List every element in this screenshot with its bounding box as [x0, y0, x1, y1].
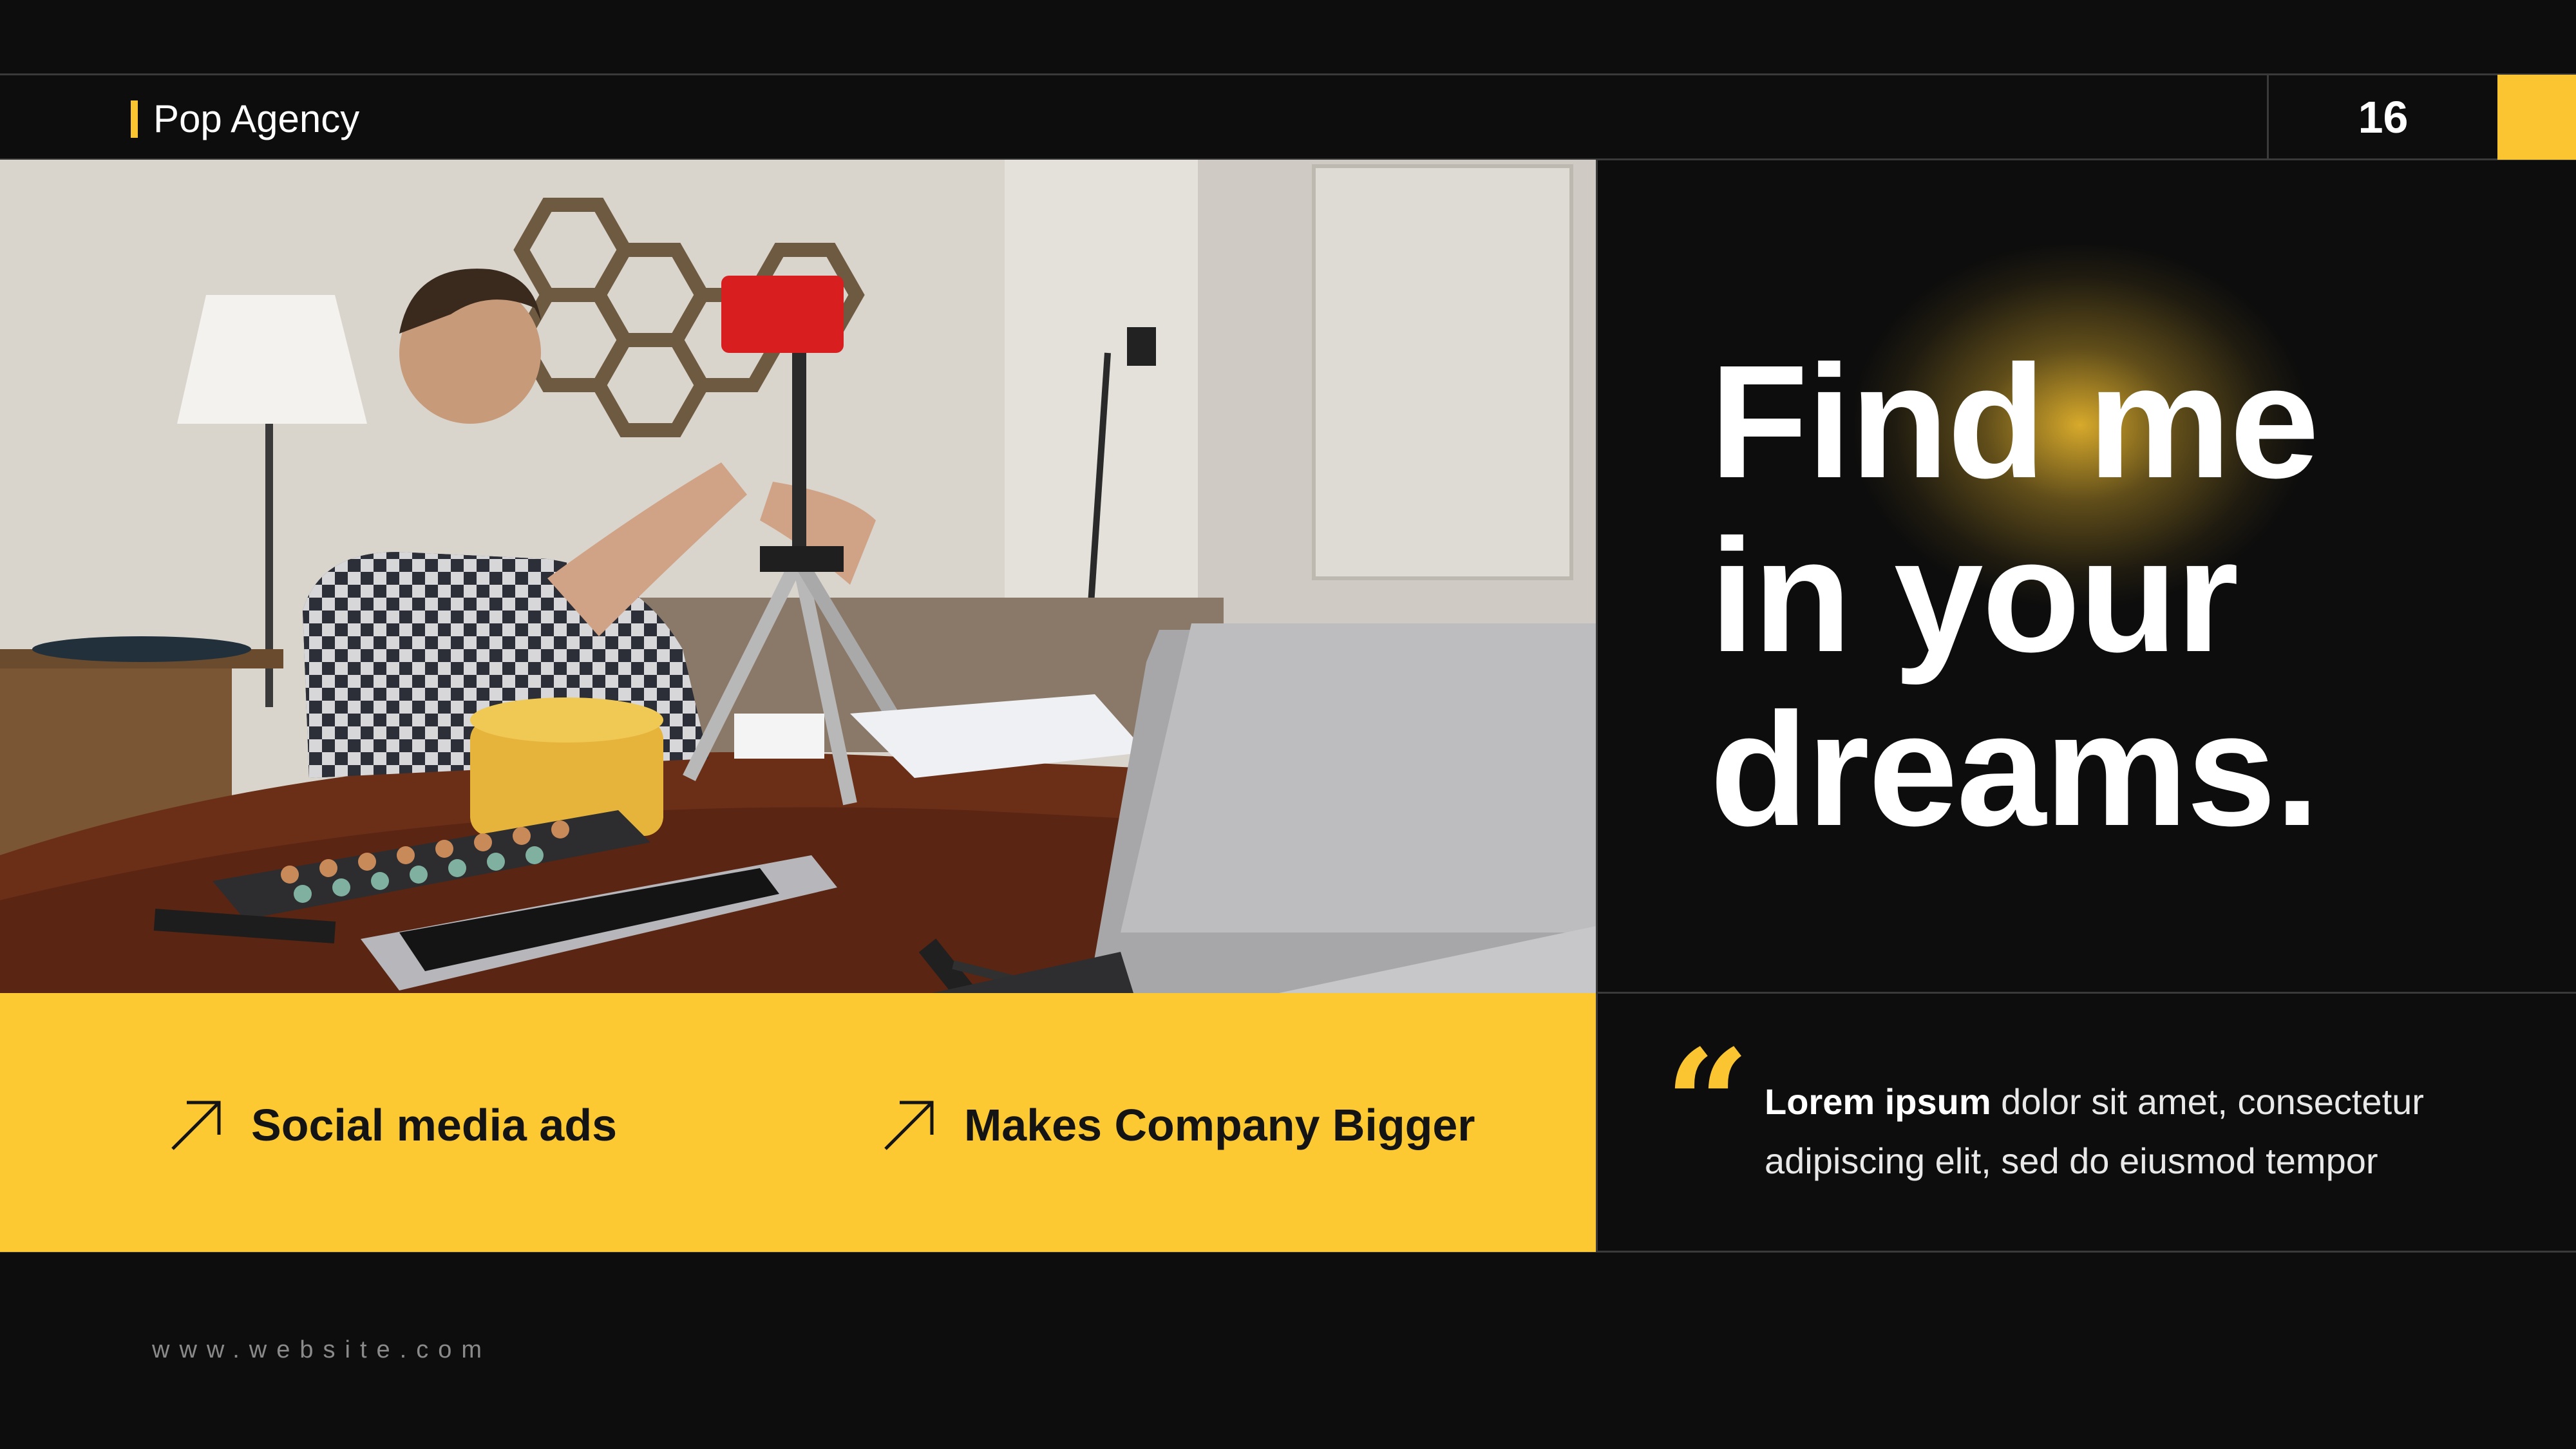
middle-line [1596, 992, 2576, 994]
feature-label: Makes Company Bigger [964, 1100, 1475, 1150]
brand-name: Pop Agency [153, 97, 360, 140]
arrow-up-right-icon [884, 1101, 934, 1150]
headline-line-2: in your [1710, 506, 2239, 685]
headline: Find me in your dreams. [1710, 335, 2515, 857]
hero-photo [0, 160, 1596, 993]
brand: Pop Agency [131, 97, 359, 141]
quote-text: Lorem ipsum dolor sit amet, consectetur … [1765, 1072, 2505, 1191]
feature-item-company-bigger: Makes Company Bigger [880, 1096, 1475, 1154]
page-number: 16 [2358, 92, 2409, 142]
website-url[interactable]: www.website.com [152, 1336, 491, 1364]
feature-label: Social media ads [251, 1100, 618, 1150]
headline-line-3: dreams. [1710, 679, 2320, 859]
quote-bold: Lorem ipsum [1765, 1081, 1991, 1122]
headline-line-1: Find me [1710, 332, 2319, 511]
header-top-line [0, 73, 2576, 75]
brand-accent-bar [131, 100, 138, 138]
panel-divider [1596, 158, 1598, 1252]
corner-accent [2497, 75, 2576, 160]
quote-icon: “ [1665, 1018, 1750, 1191]
photo-illustration [0, 160, 1596, 993]
feature-item-social-media: Social media ads [167, 1096, 617, 1154]
arrow-up-right-icon [171, 1101, 221, 1150]
